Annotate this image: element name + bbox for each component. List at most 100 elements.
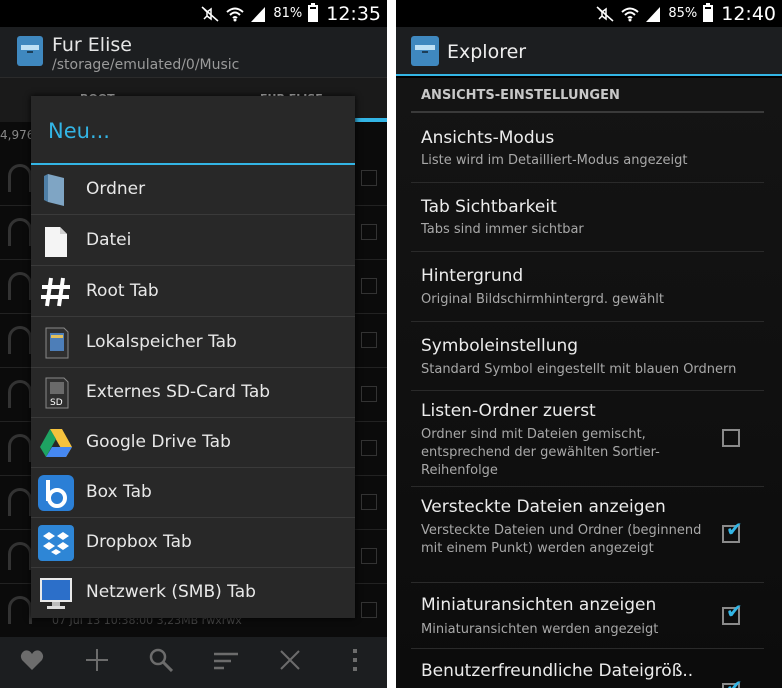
setting-versteckte-dateien[interactable]: Versteckte Dateien anzeigen Versteckte D… [411,487,764,583]
box-icon [38,475,74,511]
folder-icon [38,172,74,208]
file-explorer-app-icon[interactable] [410,35,440,67]
check-icon: ✔ [726,675,743,688]
menu-item-externes-sd-card-tab[interactable]: SD Externes SD-Card Tab [31,368,355,418]
menu-item-box-tab[interactable]: Box Tab [31,468,355,518]
menu-item-netzwerk-smb-tab[interactable]: Netzwerk (SMB) Tab [31,568,355,618]
menu-item-label: Netzwerk (SMB) Tab [86,582,256,602]
menu-item-label: Root Tab [86,281,159,301]
checkbox[interactable] [361,602,377,618]
menu-item-label: Ordner [86,179,146,199]
status-bar: 85% 12:40 [396,0,782,27]
menu-item-label: Dropbox Tab [86,532,192,552]
setting-summary: Tabs sind immer sichtbar [421,222,584,237]
menu-item-google-drive-tab[interactable]: Google Drive Tab [31,418,355,468]
setting-summary: Versteckte Dateien und Ordner (beginnend… [421,523,702,556]
google-drive-icon [38,425,74,461]
checkbox[interactable] [361,494,377,510]
app-title: Explorer [447,41,527,63]
file-explorer-app-icon[interactable] [16,35,44,67]
menu-item-label: Lokalspeicher Tab [86,332,237,352]
setting-hintergrund[interactable]: Hintergrund Original Bildschirmhintergrd… [411,252,764,322]
checkbox[interactable] [361,224,377,240]
setting-title: Miniaturansichten anzeigen [421,595,657,615]
battery-icon [703,3,714,22]
setting-miniaturansichten[interactable]: Miniaturansichten anzeigen Miniaturansic… [411,583,764,649]
dropbox-icon [38,525,74,561]
setting-title: Hintergrund [421,266,524,286]
setting-summary: Ordner sind mit Dateien gemischt, entspr… [421,427,660,478]
headphones-icon [8,164,32,192]
menu-item-lokalspeicher-tab[interactable]: Lokalspeicher Tab [31,318,355,368]
signal-icon [644,6,662,22]
headphones-icon [8,434,32,462]
mute-icon [596,5,614,22]
app-bar: Fur Elise /storage/emulated/0/Music [0,27,387,77]
setting-title: Versteckte Dateien anzeigen [421,497,666,517]
checkbox-listen-ordner-zuerst[interactable] [722,429,740,447]
menu-item-label: Externes SD-Card Tab [86,382,271,402]
setting-summary: Miniaturansichten werden angezeigt [421,622,659,637]
headphones-icon [8,380,32,408]
settings-list: ANSICHTS-EINSTELLUNGEN Ansichts-Modus Li… [396,78,782,688]
hash-icon [38,274,74,310]
setting-title: Tab Sichtbarkeit [421,197,557,217]
setting-ansichts-modus[interactable]: Ansichts-Modus Liste wird im Detailliert… [411,114,764,183]
menu-item-ordner[interactable]: Ordner [31,165,355,215]
checkbox[interactable] [361,548,377,564]
check-icon: ✔ [726,517,743,541]
setting-symboleinstellung[interactable]: Symboleinstellung Standard Symbol einges… [411,322,764,391]
headphones-icon [8,596,32,624]
plus-icon[interactable] [82,648,112,678]
checkbox-miniaturansichten[interactable]: ✔ [722,601,743,625]
setting-title: Symboleinstellung [421,336,579,356]
setting-summary: Original Bildschirmhintergrd. gewählt [421,292,664,307]
bottom-action-bar [0,637,387,688]
menu-item-root-tab[interactable]: Root Tab [31,267,355,317]
checkbox[interactable] [361,332,377,348]
headphones-icon [8,272,32,300]
sd-card-icon: SD [38,375,74,411]
check-icon: ✔ [726,599,743,623]
close-icon[interactable] [275,649,305,677]
file-icon [38,223,74,259]
menu-item-dropbox-tab[interactable]: Dropbox Tab [31,518,355,568]
heart-icon[interactable] [17,649,47,677]
section-header: ANSICHTS-EINSTELLUNGEN [421,88,620,103]
checkbox[interactable] [361,170,377,186]
status-bar: 81% 12:35 [0,0,387,27]
battery-percent: 81% [273,6,303,21]
popup-title: Neu... [48,119,110,143]
monitor-icon [38,575,74,611]
signal-icon [249,6,267,22]
search-icon[interactable] [146,648,176,678]
setting-title: Ansichts-Modus [421,128,555,148]
app-bar: Explorer [396,27,782,76]
svg-text:SD: SD [50,398,63,408]
checkbox-benutzerfreundliche-dateigroesse[interactable]: ✔ [722,677,743,688]
new-item-popup: Neu... Ordner Datei Root Tab Lokalspeich… [31,96,355,618]
overflow-icon[interactable] [340,648,370,678]
clock: 12:40 [721,2,776,25]
menu-item-label: Google Drive Tab [86,432,231,452]
setting-listen-ordner-zuerst[interactable]: Listen-Ordner zuerst Ordner sind mit Dat… [411,391,764,487]
menu-item-label: Box Tab [86,482,152,502]
setting-title: Benutzerfreundliche Dateigröß.. [421,661,694,681]
setting-title: Listen-Ordner zuerst [421,401,596,421]
checkbox-versteckte-dateien[interactable]: ✔ [722,519,743,543]
setting-summary: Standard Symbol eingestellt mit blauen O… [421,362,737,377]
setting-benutzerfreundliche-dateigroesse[interactable]: Benutzerfreundliche Dateigröß.. ✔ [411,649,764,688]
checkbox[interactable] [361,278,377,294]
checkbox[interactable] [361,386,377,402]
battery-percent: 85% [668,6,698,21]
wifi-icon [225,6,244,22]
sd-card-icon [38,325,74,361]
checkbox[interactable] [361,440,377,456]
sort-icon[interactable] [211,649,241,677]
setting-summary: Liste wird im Detailliert-Modus angezeig… [421,153,688,168]
setting-tab-sichtbarkeit[interactable]: Tab Sichtbarkeit Tabs sind immer sichtba… [411,183,764,252]
folder-title: Fur Elise [52,34,132,56]
headphones-icon [8,218,32,246]
wifi-icon [620,6,639,22]
menu-item-datei[interactable]: Datei [31,216,355,266]
